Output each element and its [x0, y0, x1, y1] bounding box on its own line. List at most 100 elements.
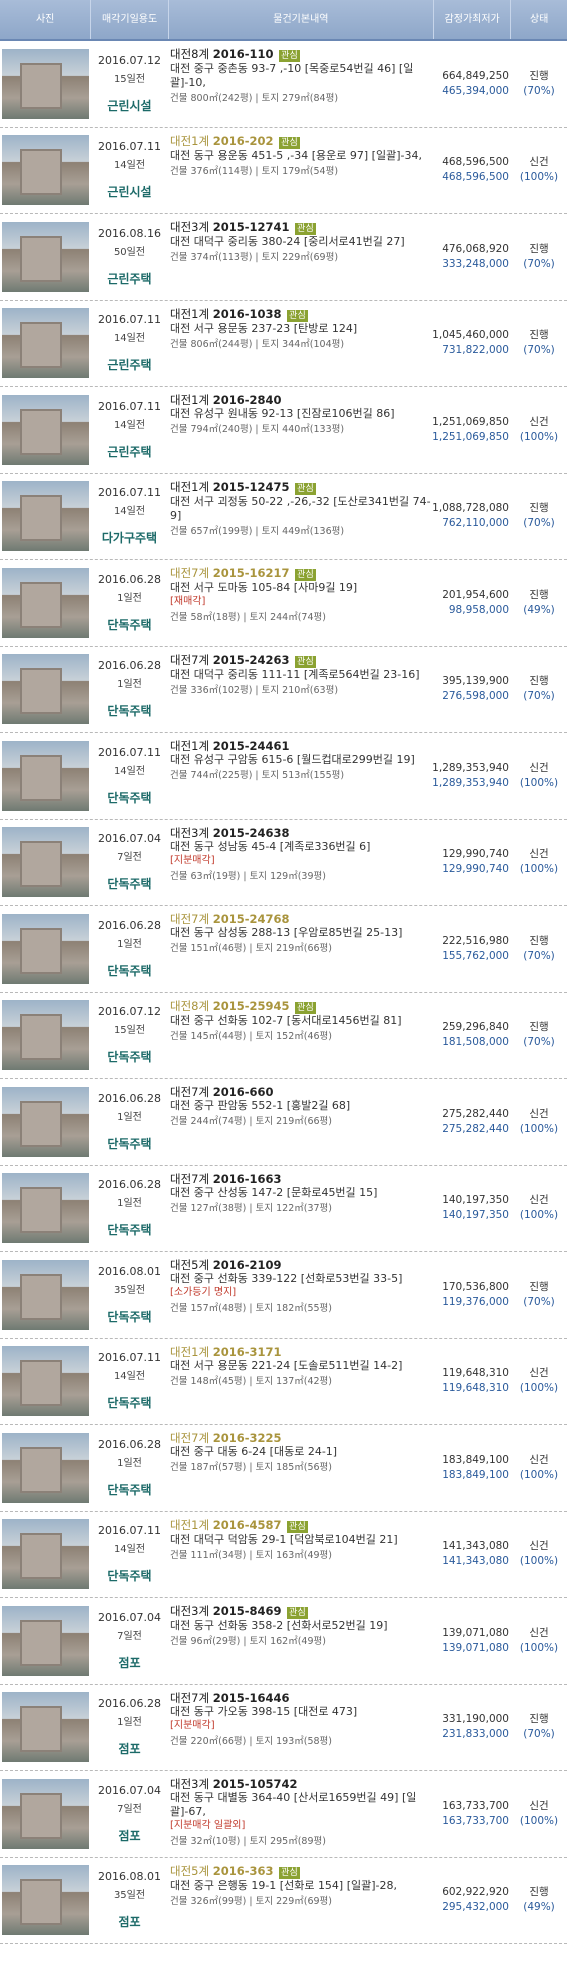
photo-cell[interactable]: [0, 1858, 91, 1944]
property-photo[interactable]: [2, 1692, 89, 1763]
photo-cell[interactable]: [0, 993, 91, 1079]
case-line[interactable]: 대전1계 2015-24461: [170, 739, 432, 753]
table-row[interactable]: 2016.07.11 14일전 단독주택 대전1계 2015-24461 대전 …: [0, 733, 567, 820]
interest-tag[interactable]: 관심: [295, 655, 316, 668]
case-number[interactable]: 2015-16446: [213, 1691, 290, 1705]
photo-cell[interactable]: [0, 1252, 91, 1338]
case-number[interactable]: 2016-660: [213, 1085, 274, 1099]
property-photo[interactable]: [2, 135, 89, 206]
photo-cell[interactable]: [0, 1425, 91, 1511]
case-number[interactable]: 2016-1038: [213, 307, 282, 321]
property-photo[interactable]: [2, 1605, 89, 1676]
property-photo[interactable]: [2, 1432, 89, 1503]
property-photo[interactable]: [2, 913, 89, 984]
case-line[interactable]: 대전7계 2015-16217 관심: [170, 566, 432, 581]
property-photo[interactable]: [2, 1346, 89, 1417]
property-photo[interactable]: [2, 1778, 89, 1849]
case-number[interactable]: 2015-24768: [213, 912, 290, 926]
case-number[interactable]: 2015-12741: [213, 220, 290, 234]
case-number[interactable]: 2016-2840: [213, 393, 282, 407]
table-row[interactable]: 2016.07.12 15일전 단독주택 대전8계 2015-25945 관심 …: [0, 993, 567, 1079]
table-row[interactable]: 2016.07.04 7일전 점포 대전3계 2015-105742 대전 동구…: [0, 1771, 567, 1858]
interest-tag[interactable]: 관심: [295, 569, 316, 581]
photo-cell[interactable]: [0, 41, 91, 127]
photo-cell[interactable]: [0, 560, 91, 646]
photo-cell[interactable]: [0, 301, 91, 387]
interest-tag[interactable]: 관심: [295, 482, 316, 495]
property-photo[interactable]: [2, 394, 89, 465]
photo-cell[interactable]: [0, 1685, 91, 1771]
table-row[interactable]: 2016.07.11 14일전 단독주택 대전1계 2016-3171 대전 서…: [0, 1339, 567, 1425]
property-photo[interactable]: [2, 740, 89, 811]
photo-cell[interactable]: [0, 128, 91, 214]
case-line[interactable]: 대전7계 2016-3225: [170, 1431, 432, 1445]
table-row[interactable]: 2016.07.12 15일전 근린시설 대전8계 2016-110 관심 대전…: [0, 41, 567, 128]
table-row[interactable]: 2016.07.11 14일전 다가구주택 대전1계 2015-12475 관심…: [0, 474, 567, 560]
interest-tag[interactable]: 관심: [287, 1607, 308, 1619]
case-line[interactable]: 대전7계 2015-24768: [170, 912, 432, 926]
case-line[interactable]: 대전5계 2016-2109: [170, 1258, 432, 1272]
property-photo[interactable]: [2, 1259, 89, 1330]
property-photo[interactable]: [2, 1865, 89, 1936]
table-row[interactable]: 2016.07.11 14일전 근린주택 대전1계 2016-2840 대전 유…: [0, 387, 567, 474]
case-line[interactable]: 대전3계 2015-105742: [170, 1777, 432, 1791]
case-line[interactable]: 대전3계 2015-24638: [170, 826, 432, 840]
photo-cell[interactable]: [0, 474, 91, 560]
interest-tag[interactable]: 관심: [287, 1520, 308, 1533]
property-photo[interactable]: [2, 48, 89, 119]
case-line[interactable]: 대전7계 2016-660: [170, 1085, 432, 1099]
case-number[interactable]: 2015-8469: [213, 1604, 282, 1618]
table-row[interactable]: 2016.06.28 1일전 단독주택 대전7계 2015-24768 대전 동…: [0, 906, 567, 993]
table-row[interactable]: 2016.07.04 7일전 점포 대전3계 2015-8469 관심 대전 동…: [0, 1598, 567, 1685]
photo-cell[interactable]: [0, 387, 91, 473]
case-number[interactable]: 2016-1663: [213, 1172, 282, 1186]
case-line[interactable]: 대전1계 2016-4587 관심: [170, 1518, 432, 1533]
photo-cell[interactable]: [0, 1771, 91, 1857]
case-number[interactable]: 2015-105742: [213, 1777, 298, 1791]
case-line[interactable]: 대전3계 2015-8469 관심: [170, 1604, 432, 1619]
table-row[interactable]: 2016.06.28 1일전 점포 대전7계 2015-16446 대전 동구 …: [0, 1685, 567, 1771]
photo-cell[interactable]: [0, 1166, 91, 1252]
property-photo[interactable]: [2, 221, 89, 292]
property-photo[interactable]: [2, 654, 89, 725]
interest-tag[interactable]: 관심: [279, 136, 300, 149]
photo-cell[interactable]: [0, 820, 91, 906]
photo-cell[interactable]: [0, 1339, 91, 1425]
table-row[interactable]: 2016.06.28 1일전 단독주택 대전7계 2016-1663 대전 중구…: [0, 1166, 567, 1252]
table-row[interactable]: 2016.07.11 14일전 근린시설 대전1계 2016-202 관심 대전…: [0, 128, 567, 214]
table-row[interactable]: 2016.06.28 1일전 단독주택 대전7계 2015-24263 관심 대…: [0, 647, 567, 733]
property-photo[interactable]: [2, 1000, 89, 1071]
property-photo[interactable]: [2, 827, 89, 898]
property-photo[interactable]: [2, 481, 89, 552]
interest-tag[interactable]: 관심: [287, 309, 308, 322]
photo-cell[interactable]: [0, 906, 91, 992]
case-line[interactable]: 대전1계 2016-1038 관심: [170, 307, 432, 322]
table-row[interactable]: 2016.08.16 50일전 근린주택 대전3계 2015-12741 관심 …: [0, 214, 567, 301]
case-line[interactable]: 대전8계 2016-110 관심: [170, 47, 432, 62]
photo-cell[interactable]: [0, 733, 91, 819]
case-number[interactable]: 2015-24263: [213, 653, 290, 667]
case-line[interactable]: 대전7계 2016-1663: [170, 1172, 432, 1186]
case-line[interactable]: 대전1계 2016-2840: [170, 393, 432, 407]
property-photo[interactable]: [2, 1519, 89, 1590]
interest-tag[interactable]: 관심: [295, 1001, 316, 1014]
case-number[interactable]: 2015-16217: [213, 566, 290, 580]
table-row[interactable]: 2016.06.28 1일전 단독주택 대전7계 2016-660 대전 중구 …: [0, 1079, 567, 1166]
case-number[interactable]: 2016-3171: [213, 1345, 282, 1359]
case-line[interactable]: 대전8계 2015-25945 관심: [170, 999, 432, 1014]
photo-cell[interactable]: [0, 1598, 91, 1684]
case-line[interactable]: 대전1계 2016-202 관심: [170, 134, 432, 149]
interest-tag[interactable]: 관심: [295, 223, 316, 235]
photo-cell[interactable]: [0, 214, 91, 300]
case-number[interactable]: 2016-363: [213, 1864, 274, 1878]
photo-cell[interactable]: [0, 647, 91, 733]
case-line[interactable]: 대전7계 2015-24263 관심: [170, 653, 432, 668]
photo-cell[interactable]: [0, 1512, 91, 1598]
table-row[interactable]: 2016.06.28 1일전 단독주택 대전7계 2016-3225 대전 중구…: [0, 1425, 567, 1512]
interest-tag[interactable]: 관심: [279, 1866, 300, 1879]
case-line[interactable]: 대전3계 2015-12741 관심: [170, 220, 432, 235]
case-line[interactable]: 대전5계 2016-363 관심: [170, 1864, 432, 1879]
property-photo[interactable]: [2, 567, 89, 638]
property-photo[interactable]: [2, 1086, 89, 1157]
case-number[interactable]: 2015-25945: [213, 999, 290, 1013]
